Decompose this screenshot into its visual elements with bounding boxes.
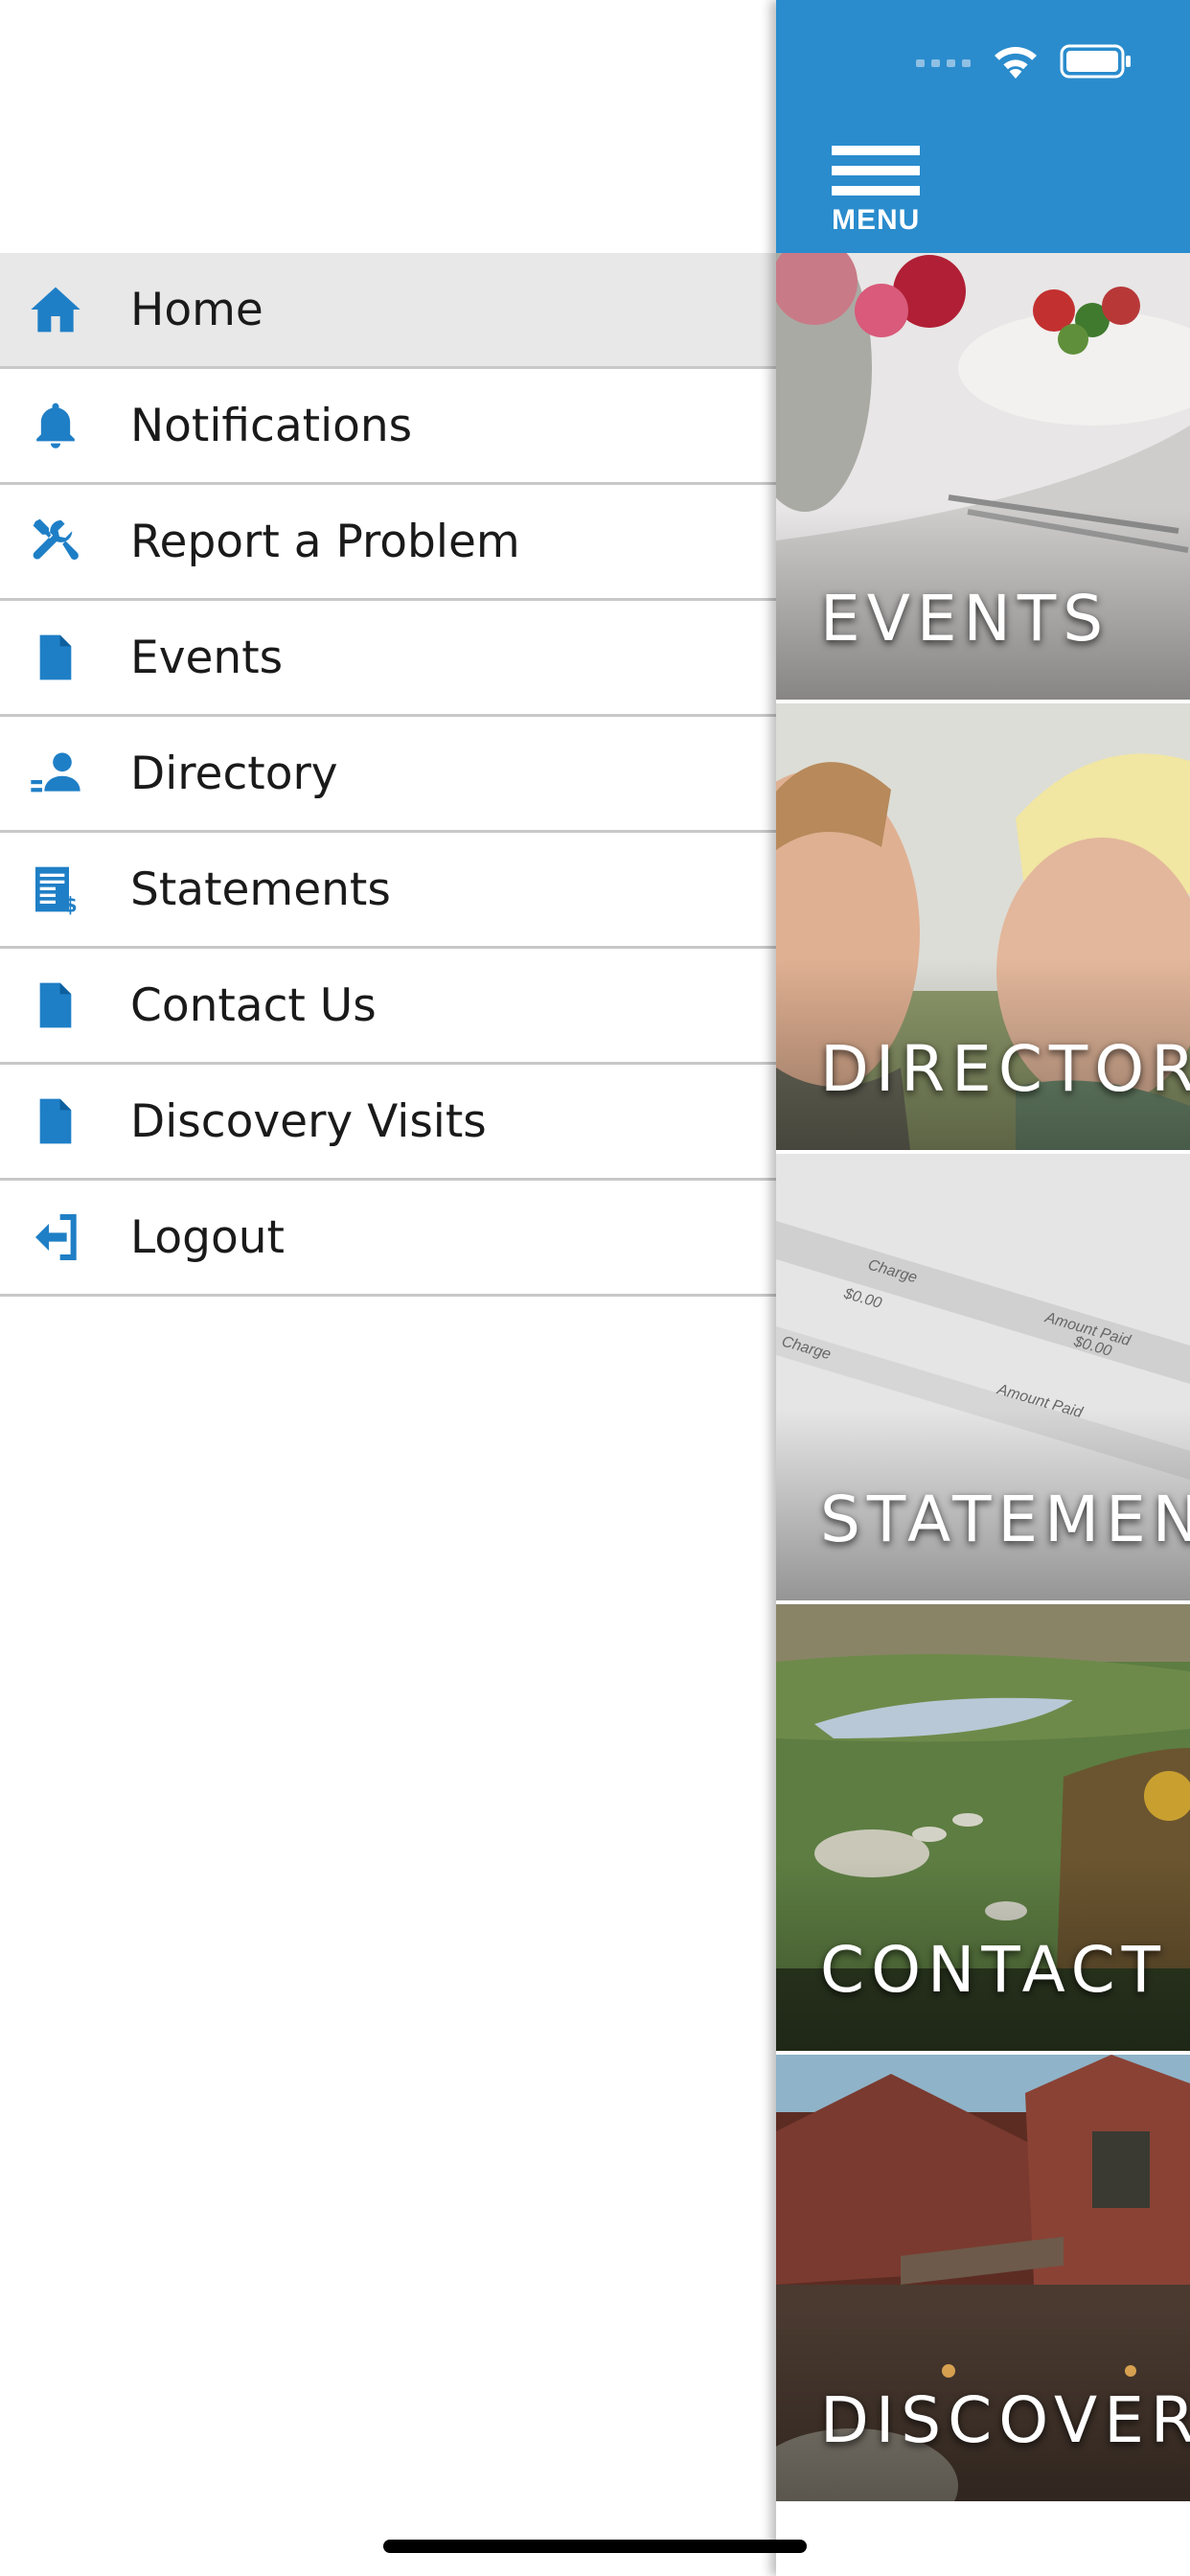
menu-item-discovery-visits[interactable]: Discovery Visits xyxy=(0,1065,776,1181)
bell-icon xyxy=(29,399,82,452)
side-drawer: Home Notifications Report a Problem Even… xyxy=(0,0,776,2576)
status-bar xyxy=(916,44,1133,83)
tile-directory[interactable]: DIRECTORY xyxy=(776,703,1190,1150)
tile-events[interactable]: EVENTS xyxy=(776,253,1190,700)
menu-item-label: Logout xyxy=(130,1210,285,1264)
document-icon xyxy=(29,1094,82,1148)
menu-item-report-problem[interactable]: Report a Problem xyxy=(0,485,776,601)
menu-item-events[interactable]: Events xyxy=(0,601,776,717)
menu-button-label: MENU xyxy=(832,204,921,236)
menu-item-directory[interactable]: Directory xyxy=(0,717,776,833)
tile-label: CONTACT US xyxy=(820,1933,1190,2007)
logout-icon xyxy=(29,1210,82,1264)
document-icon xyxy=(29,631,82,684)
svg-text:$: $ xyxy=(63,893,78,916)
hamburger-icon xyxy=(832,146,920,155)
menu-item-contact-us[interactable]: Contact Us xyxy=(0,949,776,1065)
tools-icon xyxy=(29,515,82,568)
tile-label: DIRECTORY xyxy=(820,1032,1190,1106)
menu-item-home[interactable]: Home xyxy=(0,253,776,369)
signal-icon xyxy=(916,56,972,73)
tile-contact-us[interactable]: CONTACT US xyxy=(776,1604,1190,2051)
menu-item-label: Directory xyxy=(130,747,338,800)
menu-item-label: Notifications xyxy=(130,399,413,452)
top-bar: MENU xyxy=(776,0,1190,253)
statement-icon: $ xyxy=(29,862,82,916)
person-icon xyxy=(29,747,82,800)
tile-label: STATEMENTS xyxy=(820,1483,1190,1556)
home-indicator[interactable] xyxy=(383,2540,807,2553)
menu-item-label: Home xyxy=(130,283,263,336)
menu-item-label: Contact Us xyxy=(130,978,377,1032)
battery-icon xyxy=(1060,44,1133,83)
tile-label: EVENTS xyxy=(820,582,1110,656)
menu-item-label: Events xyxy=(130,631,284,684)
tile-discovery-visits[interactable]: DISCOVERY VISITS xyxy=(776,2055,1190,2501)
tile-statements[interactable]: Charge $0.00 Amount Paid $0.00 Charge Am… xyxy=(776,1154,1190,1600)
menu-item-logout[interactable]: Logout xyxy=(0,1181,776,1297)
menu-item-notifications[interactable]: Notifications xyxy=(0,369,776,485)
menu-item-statements[interactable]: $ Statements xyxy=(0,833,776,949)
document-icon xyxy=(29,978,82,1032)
home-icon xyxy=(29,283,82,336)
menu-item-label: Statements xyxy=(130,862,391,916)
menu-item-label: Report a Problem xyxy=(130,515,520,568)
wifi-icon xyxy=(993,44,1039,83)
home-panel[interactable]: MENU EVENTS DIRECTOR Charge $0.00 Amount… xyxy=(776,0,1190,2576)
menu-button[interactable]: MENU xyxy=(832,146,920,237)
menu-item-label: Discovery Visits xyxy=(130,1094,487,1148)
tile-label: DISCOVERY VISITS xyxy=(820,2383,1190,2457)
drawer-menu-list: Home Notifications Report a Problem Even… xyxy=(0,253,776,1297)
